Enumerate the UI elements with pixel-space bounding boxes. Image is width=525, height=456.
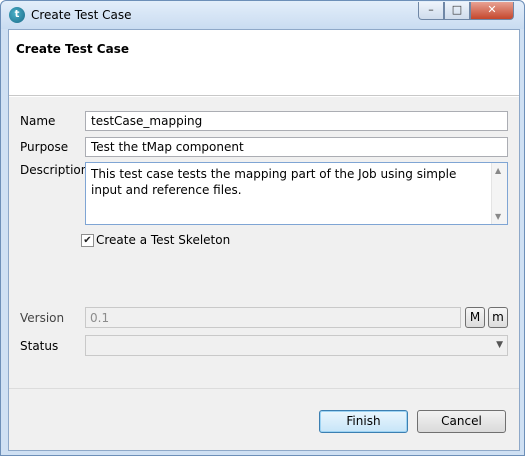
version-field: 0.1: [85, 307, 461, 328]
chevron-down-icon[interactable]: ▼: [496, 340, 503, 350]
status-label: Status: [20, 339, 59, 353]
header-divider: [9, 96, 519, 97]
close-button[interactable]: ✕: [470, 2, 514, 20]
status-dropdown[interactable]: ▼: [85, 335, 508, 356]
description-field[interactable]: This test case tests the mapping part of…: [85, 162, 508, 225]
maximize-button[interactable]: □: [444, 2, 470, 20]
cancel-button[interactable]: Cancel: [417, 410, 506, 433]
page-title: Create Test Case: [16, 42, 129, 56]
footer-divider: [9, 388, 519, 389]
title-bar[interactable]: t Create Test Case – □ ✕: [1, 1, 524, 29]
dialog-window: t Create Test Case – □ ✕ Create Test Cas…: [0, 0, 525, 456]
major-version-button[interactable]: M: [465, 307, 485, 328]
finish-button[interactable]: Finish: [319, 410, 408, 433]
window-title: Create Test Case: [31, 8, 132, 22]
scroll-down-icon[interactable]: ▼: [495, 212, 501, 221]
app-icon: t: [9, 7, 25, 23]
create-skeleton-checkbox[interactable]: ✔: [81, 234, 94, 247]
minimize-button[interactable]: –: [418, 2, 444, 20]
name-label: Name: [20, 114, 56, 128]
version-label: Version: [20, 311, 65, 325]
dialog-header: Create Test Case: [9, 30, 519, 96]
description-text: This test case tests the mapping part of…: [91, 167, 457, 197]
minor-version-button[interactable]: m: [488, 307, 508, 328]
create-skeleton-label[interactable]: Create a Test Skeleton: [96, 233, 230, 247]
purpose-label: Purpose: [20, 140, 69, 154]
check-icon: ✔: [83, 235, 92, 246]
name-field[interactable]: testCase_mapping: [85, 111, 508, 131]
purpose-field[interactable]: Test the tMap component: [85, 137, 508, 157]
description-label: Description: [20, 163, 89, 177]
description-scrollbar[interactable]: ▲ ▼: [491, 163, 507, 224]
dialog-body: Create Test Case Name testCase_mapping P…: [8, 29, 520, 451]
scroll-up-icon[interactable]: ▲: [495, 166, 501, 175]
